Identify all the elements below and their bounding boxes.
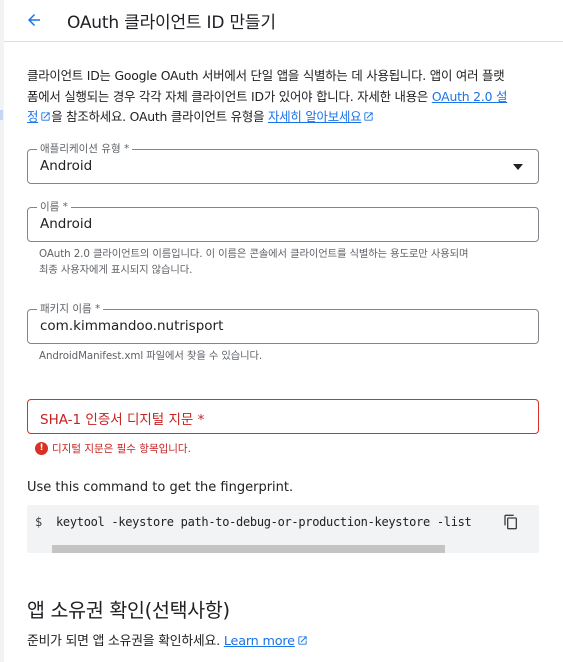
name-input[interactable]: 이름 * Android (27, 200, 539, 242)
learn-client-types-link[interactable]: 자세히 알아보세요 (268, 109, 374, 124)
error-circle-icon: ! (35, 442, 48, 455)
sha1-placeholder: SHA-1 인증서 디지털 지문 * (40, 412, 205, 428)
sha1-error-message: ! 디지털 지문은 필수 항목입니다. (35, 441, 191, 456)
name-hint: OAuth 2.0 클라이언트의 이름입니다. 이 이름은 콘솔에서 클라이언트… (39, 248, 469, 276)
left-nav-indicator (0, 110, 3, 120)
code-prompt: $ (35, 515, 43, 529)
arrow-left-icon (28, 14, 40, 26)
intro-line-2: 폼에서 실행되는 경우 각각 자체 클라이언트 ID가 있어야 합니다. 자세한… (27, 88, 432, 104)
application-type-value: Android (40, 158, 93, 174)
sha1-error-text: 디지털 지문은 필수 항목입니다. (52, 443, 191, 455)
open-in-new-icon (364, 112, 373, 121)
code-command: keytool -keystore path-to-debug-or-produ… (56, 515, 472, 529)
ownership-description: 준비가 되면 앱 소유권을 확인하세요. Learn more (27, 630, 308, 649)
open-in-new-icon (41, 112, 50, 121)
intro-paragraph: 클라이언트 ID는 Google OAuth 서버에서 단일 앱을 식별하는 데… (27, 66, 547, 128)
page-header: OAuth 클라이언트 ID 만들기 (4, 0, 563, 42)
name-value: Android (40, 216, 93, 232)
ownership-section-title: 앱 소유권 확인(선택사항) (27, 599, 230, 622)
command-caption: Use this command to get the fingerprint. (27, 480, 294, 495)
code-block: $ keytool -keystore path-to-debug-or-pro… (27, 505, 539, 553)
learn-more-link[interactable]: Learn more (224, 634, 308, 649)
back-button[interactable] (20, 6, 48, 34)
content-copy-icon[interactable] (503, 514, 519, 530)
package-name-hint: AndroidManifest.xml 파일에서 찾을 수 있습니다. (39, 350, 263, 362)
intro-line-3: 을 참조하세요. OAuth 클라이언트 유형을 (51, 109, 269, 124)
package-name-label: 패키지 이름 * (37, 302, 104, 316)
application-type-select[interactable]: 애플리케이션 유형 * Android (27, 142, 539, 184)
open-in-new-icon (298, 636, 307, 645)
sha1-fingerprint-input[interactable]: SHA-1 인증서 디지털 지문 * (27, 399, 539, 434)
page-title: OAuth 클라이언트 ID 만들기 (67, 13, 276, 33)
horizontal-scrollbar[interactable] (52, 545, 445, 553)
application-type-label: 애플리케이션 유형 * (37, 142, 133, 156)
caret-down-icon (513, 164, 523, 170)
package-name-input[interactable]: 패키지 이름 * com.kimmandoo.nutrisport (27, 302, 539, 344)
left-gutter (0, 0, 4, 662)
name-label: 이름 * (37, 200, 71, 214)
package-name-value: com.kimmandoo.nutrisport (40, 318, 224, 334)
intro-line-1: 클라이언트 ID는 Google OAuth 서버에서 단일 앱을 식별하는 데… (27, 68, 505, 83)
